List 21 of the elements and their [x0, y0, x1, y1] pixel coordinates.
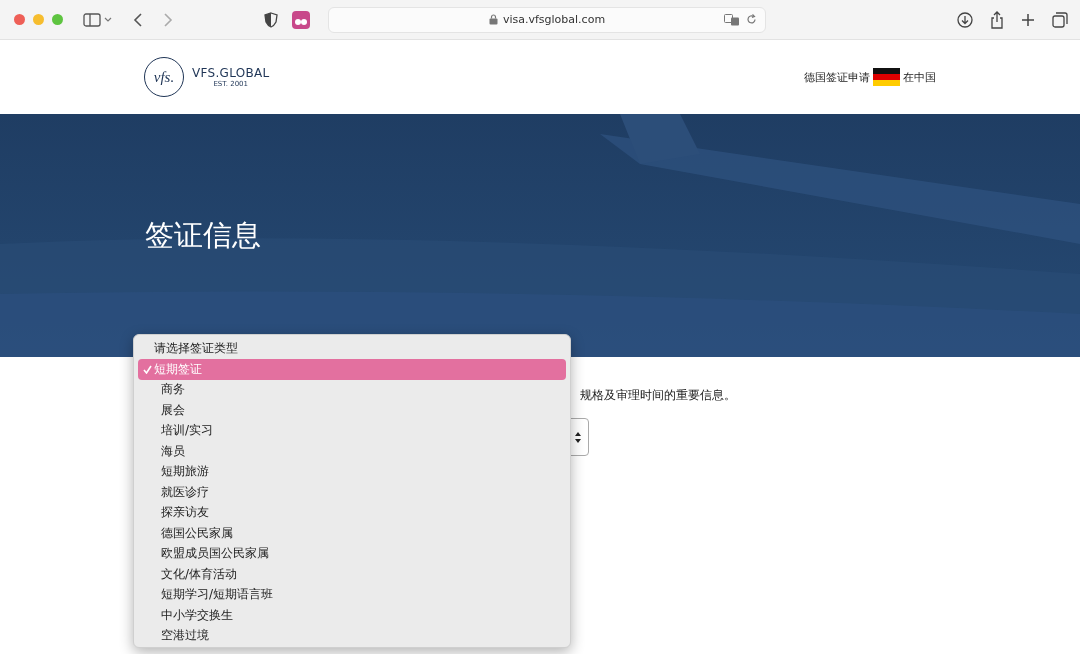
locale-text: 在中国	[903, 69, 936, 85]
locale-text: 德国签证申请	[804, 69, 870, 85]
menu-option[interactable]: 中小学交换生	[138, 605, 566, 626]
menu-option[interactable]: 就医诊疗	[138, 482, 566, 503]
menu-option[interactable]: 商务	[138, 379, 566, 400]
menu-option[interactable]: 培训/实习	[138, 420, 566, 441]
menu-option[interactable]: 海员	[138, 441, 566, 462]
logo-text: VFS.GLOBAL	[192, 66, 270, 80]
page-title: 签证信息	[145, 216, 261, 254]
menu-option[interactable]: 短期旅游	[138, 461, 566, 482]
menu-option[interactable]: 展会	[138, 400, 566, 421]
intro-text: 规格及审理时间的重要信息。	[580, 388, 737, 403]
url-text: visa.vfsglobal.com	[502, 13, 606, 26]
menu-option[interactable]: 德国公民家属	[138, 523, 566, 544]
menu-prompt: 请选择签证类型	[153, 340, 239, 357]
menu-option[interactable]: 短期学习/短期语言班	[138, 584, 566, 605]
menu-option[interactable]: 文化/体育活动	[138, 564, 566, 585]
menu-option[interactable]: 空港过境	[138, 625, 566, 646]
menu-option[interactable]: 欧盟成员国公民家属	[138, 543, 566, 564]
address-bar[interactable]: visa.vfsglobal.com	[328, 6, 766, 33]
menu-option[interactable]: 探亲访友	[138, 502, 566, 523]
